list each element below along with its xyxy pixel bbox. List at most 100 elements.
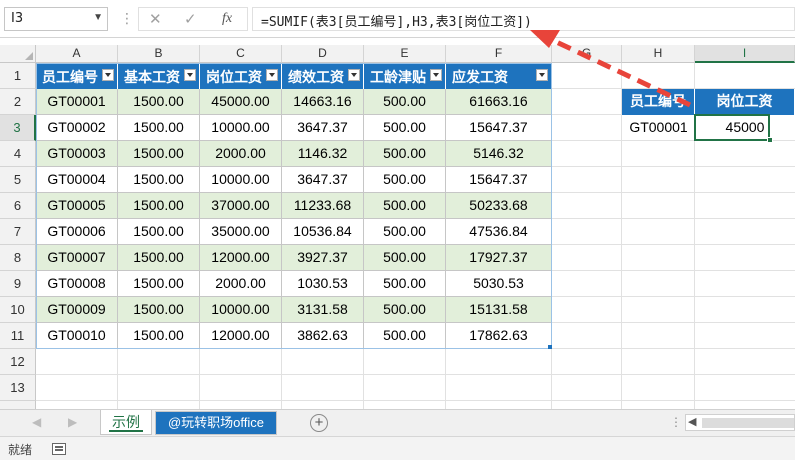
table-cell[interactable]: 1500.00 — [118, 193, 200, 219]
table-cell[interactable]: 17862.63 — [446, 323, 552, 349]
table-cell[interactable]: 50233.68 — [446, 193, 552, 219]
table-cell[interactable]: 1146.32 — [282, 141, 364, 167]
column-header-e[interactable]: E — [364, 45, 446, 63]
table-cell[interactable]: 3927.37 — [282, 245, 364, 271]
lookup-header-cell[interactable]: 岗位工资 — [695, 89, 795, 115]
table-cell[interactable]: 500.00 — [364, 323, 446, 349]
row-header-14[interactable]: 14 — [0, 401, 36, 409]
table-cell[interactable]: 500.00 — [364, 271, 446, 297]
column-header-f[interactable]: F — [446, 45, 552, 63]
row-header-8[interactable]: 8 — [0, 245, 36, 271]
table-cell[interactable]: 500.00 — [364, 141, 446, 167]
fill-handle[interactable] — [767, 137, 773, 143]
filter-dropdown-icon[interactable] — [102, 69, 114, 81]
table-cell[interactable]: 1500.00 — [118, 141, 200, 167]
filter-dropdown-icon[interactable] — [430, 69, 442, 81]
column-header-d[interactable]: D — [282, 45, 364, 63]
table-header-cell[interactable]: 绩效工资 — [282, 63, 364, 89]
table-cell[interactable]: 500.00 — [364, 89, 446, 115]
table-cell[interactable]: GT00010 — [36, 323, 118, 349]
table-cell[interactable]: 1500.00 — [118, 323, 200, 349]
row-header-1[interactable]: 1 — [0, 63, 36, 89]
scroll-right-icon[interactable]: ▶ — [68, 415, 77, 429]
scroll-left-icon[interactable]: ◀ — [32, 415, 41, 429]
name-box[interactable]: I3 ▼ — [4, 7, 108, 31]
table-resize-handle[interactable] — [548, 345, 552, 349]
filter-dropdown-icon[interactable] — [348, 69, 360, 81]
table-cell[interactable]: 500.00 — [364, 193, 446, 219]
table-header-cell[interactable]: 岗位工资 — [200, 63, 282, 89]
table-cell[interactable]: GT00001 — [36, 89, 118, 115]
macro-record-icon[interactable] — [52, 443, 66, 455]
table-cell[interactable]: 15647.37 — [446, 115, 552, 141]
table-cell[interactable]: 10000.00 — [200, 297, 282, 323]
chevron-down-icon[interactable]: ▼ — [93, 12, 103, 23]
filter-dropdown-icon[interactable] — [266, 69, 278, 81]
lookup-header-cell[interactable]: 员工编号 — [622, 89, 695, 115]
table-cell[interactable]: GT00006 — [36, 219, 118, 245]
table-cell[interactable]: 17927.37 — [446, 245, 552, 271]
table-cell[interactable]: 500.00 — [364, 115, 446, 141]
row-header-4[interactable]: 4 — [0, 141, 36, 167]
row-header-9[interactable]: 9 — [0, 271, 36, 297]
row-header-3[interactable]: 3 — [0, 115, 36, 141]
table-cell[interactable]: 10536.84 — [282, 219, 364, 245]
table-cell[interactable]: 1500.00 — [118, 89, 200, 115]
table-cell[interactable]: 1500.00 — [118, 271, 200, 297]
spreadsheet-grid[interactable]: ABCDEFGHI1234567891011121314员工编号基本工资岗位工资… — [0, 45, 795, 409]
table-cell[interactable]: 45000.00 — [200, 89, 282, 115]
table-cell[interactable]: 47536.84 — [446, 219, 552, 245]
table-cell[interactable]: 35000.00 — [200, 219, 282, 245]
column-header-c[interactable]: C — [200, 45, 282, 63]
table-header-cell[interactable]: 应发工资 — [446, 63, 552, 89]
row-header-11[interactable]: 11 — [0, 323, 36, 349]
table-header-cell[interactable]: 员工编号 — [36, 63, 118, 89]
table-cell[interactable]: 5146.32 — [446, 141, 552, 167]
table-header-cell[interactable]: 工龄津贴 — [364, 63, 446, 89]
column-header-i[interactable]: I — [695, 45, 795, 63]
table-cell[interactable]: 61663.16 — [446, 89, 552, 115]
table-cell[interactable]: GT00004 — [36, 167, 118, 193]
row-header-5[interactable]: 5 — [0, 167, 36, 193]
table-cell[interactable]: 12000.00 — [200, 245, 282, 271]
add-sheet-button[interactable]: + — [310, 414, 328, 432]
table-cell[interactable]: GT00008 — [36, 271, 118, 297]
table-cell[interactable]: 2000.00 — [200, 141, 282, 167]
row-header-10[interactable]: 10 — [0, 297, 36, 323]
table-cell[interactable]: 500.00 — [364, 219, 446, 245]
table-cell[interactable]: 10000.00 — [200, 167, 282, 193]
table-cell[interactable]: GT00007 — [36, 245, 118, 271]
row-header-2[interactable]: 2 — [0, 89, 36, 115]
filter-dropdown-icon[interactable] — [536, 69, 548, 81]
lookup-value-cell[interactable]: GT00001 — [622, 115, 695, 141]
table-cell[interactable]: 12000.00 — [200, 323, 282, 349]
table-cell[interactable]: 5030.53 — [446, 271, 552, 297]
table-cell[interactable]: 1500.00 — [118, 297, 200, 323]
horizontal-scrollbar[interactable]: ◀ — [685, 414, 795, 431]
cancel-icon[interactable]: ✕ — [149, 10, 162, 28]
table-cell[interactable]: 500.00 — [364, 167, 446, 193]
column-header-a[interactable]: A — [36, 45, 118, 63]
table-cell[interactable]: 3647.37 — [282, 167, 364, 193]
table-cell[interactable]: GT00009 — [36, 297, 118, 323]
table-cell[interactable]: 10000.00 — [200, 115, 282, 141]
row-header-12[interactable]: 12 — [0, 349, 36, 375]
table-cell[interactable]: 3647.37 — [282, 115, 364, 141]
table-cell[interactable]: 3862.63 — [282, 323, 364, 349]
column-header-h[interactable]: H — [622, 45, 695, 63]
table-cell[interactable]: GT00003 — [36, 141, 118, 167]
row-header-7[interactable]: 7 — [0, 219, 36, 245]
select-all-corner[interactable] — [0, 45, 36, 63]
table-cell[interactable]: 500.00 — [364, 297, 446, 323]
enter-icon[interactable]: ✓ — [184, 10, 197, 28]
formula-input[interactable]: =SUMIF(表3[员工编号],H3,表3[岗位工资]) — [252, 7, 795, 31]
scrollbar-thumb[interactable] — [702, 418, 794, 428]
table-cell[interactable]: 3131.58 — [282, 297, 364, 323]
more-options-icon[interactable]: ⋮ — [670, 415, 682, 429]
insert-function-icon[interactable]: fx — [222, 11, 232, 27]
table-cell[interactable]: 1030.53 — [282, 271, 364, 297]
scroll-left-icon[interactable]: ◀ — [688, 415, 696, 428]
table-cell[interactable]: 1500.00 — [118, 245, 200, 271]
table-cell[interactable]: 1500.00 — [118, 219, 200, 245]
table-cell[interactable]: 500.00 — [364, 245, 446, 271]
